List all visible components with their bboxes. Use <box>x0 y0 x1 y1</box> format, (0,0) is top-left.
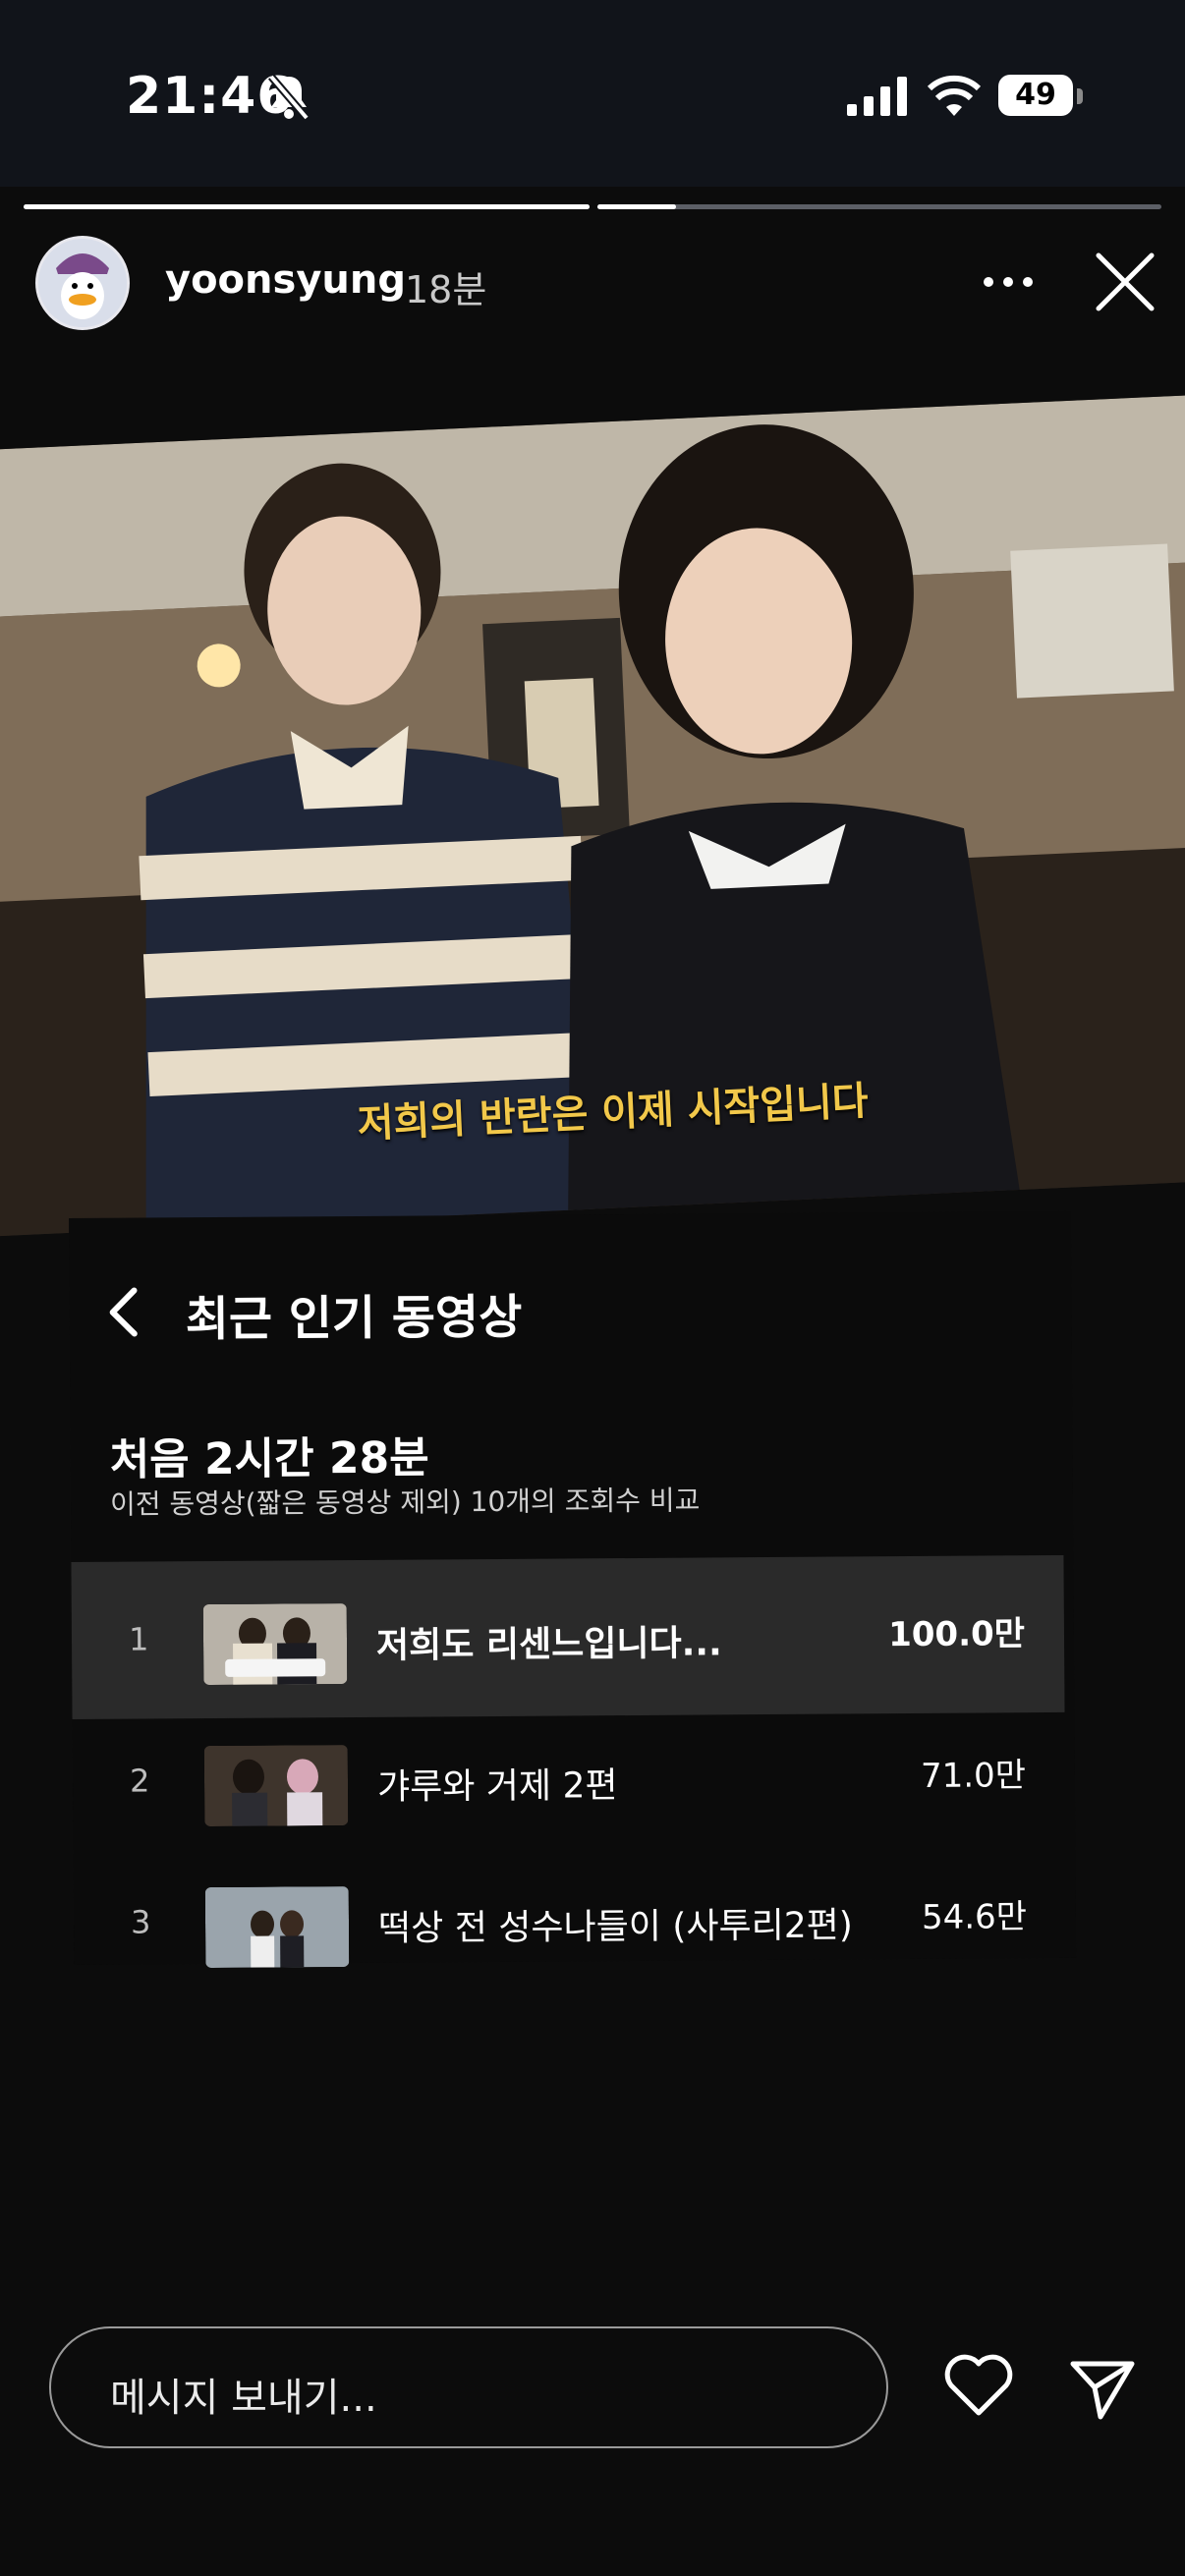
recent-videos-panel: 최근 인기 동영상 처음 2시간 28분 이전 동영상(짧은 동영상 제외) 1… <box>69 1210 1077 1969</box>
message-input[interactable]: 메시지 보내기... <box>49 2326 888 2448</box>
duck-avatar-icon <box>38 239 127 327</box>
story-progress-2 <box>597 204 1161 209</box>
status-bar: 21:46 49 <box>0 0 1185 187</box>
video-rank: 2 <box>129 1762 150 1800</box>
video-row[interactable]: 3 떡상 전 성수나들이 (사투리2편) 54.6만 <box>73 1838 1066 2002</box>
video-thumbnail <box>204 1886 350 1969</box>
close-icon[interactable] <box>1093 250 1157 314</box>
video-title: 저희도 리센느입니다... <box>375 1623 722 1666</box>
video-rank: 3 <box>130 1903 151 1941</box>
video-thumbnail <box>203 1745 349 1827</box>
panel-title: 최근 인기 동영상 <box>185 1289 523 1348</box>
wifi-icon <box>928 75 981 116</box>
message-placeholder: 메시지 보내기... <box>110 2376 377 2421</box>
avatar[interactable] <box>35 236 130 330</box>
video-row[interactable]: 2 갸루와 거제 2편 71.0만 <box>72 1697 1065 1861</box>
story-photo: 저희의 반란은 이제 시작입니다 <box>0 394 1185 1237</box>
panel-heading: 처음 2시간 28분 <box>109 1432 429 1485</box>
bell-slash-icon <box>267 74 310 121</box>
video-views: 100.0만 <box>888 1614 1026 1655</box>
story-progress-1 <box>24 204 590 209</box>
signal-icon <box>847 77 907 116</box>
battery-indicator: 49 <box>998 75 1083 118</box>
video-row[interactable]: 1 저희도 리센느입니다... 100.0만 <box>71 1554 1065 1719</box>
send-icon[interactable] <box>1067 2356 1138 2421</box>
video-title: 떡상 전 성수나들이 (사투리2편) <box>377 1905 853 1949</box>
video-views: 71.0만 <box>920 1756 1027 1796</box>
video-thumbnail <box>202 1603 348 1686</box>
video-views: 54.6만 <box>921 1897 1028 1937</box>
more-dots-icon[interactable] <box>979 257 1038 307</box>
story-time-ago: 18분 <box>405 268 487 311</box>
chevron-left-icon[interactable] <box>102 1282 141 1341</box>
battery-level: 49 <box>998 75 1073 116</box>
panel-subheading: 이전 동영상(짧은 동영상 제외) 10개의 조회수 비교 <box>109 1484 701 1521</box>
heart-icon[interactable] <box>943 2354 1014 2417</box>
video-title: 갸루와 거제 2편 <box>376 1765 618 1808</box>
story-username[interactable]: yoonsyung <box>165 257 406 303</box>
video-rank: 1 <box>128 1620 149 1658</box>
